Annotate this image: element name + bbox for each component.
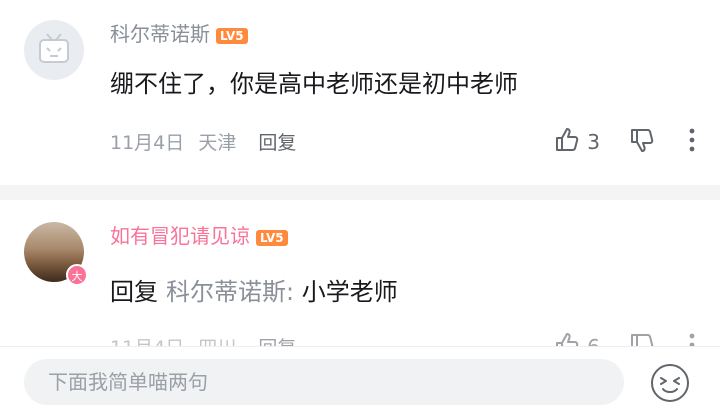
emoji-button[interactable]	[648, 361, 692, 405]
tv-avatar-icon	[39, 33, 69, 63]
comment-actions: 3	[553, 126, 696, 158]
reply-prefix: 回复	[110, 278, 158, 306]
comment-input[interactable]: 下面我简单喵两句	[24, 359, 624, 405]
comment-text: 回复 科尔蒂诺斯: 小学老师	[110, 276, 398, 308]
more-icon[interactable]	[688, 127, 696, 157]
thumb-up-icon[interactable]	[553, 126, 581, 158]
avatar[interactable]	[24, 20, 84, 80]
comment-date: 11月4日	[110, 337, 184, 346]
username-text[interactable]: 如有冒犯请见谅	[110, 224, 250, 248]
level-badge: LV5	[256, 229, 288, 246]
comment-meta: 11月4日 天津 回复	[110, 128, 296, 155]
separator	[0, 185, 720, 200]
more-icon[interactable]	[688, 332, 696, 346]
avatar[interactable]: 大	[24, 222, 88, 286]
comment-text: 绷不住了，你是高中老师还是初中老师	[110, 70, 518, 98]
comment-meta: 11月4日 四川 回复	[110, 333, 296, 346]
comment-body: 小学老师	[301, 278, 398, 306]
reply-button[interactable]: 回复	[258, 132, 296, 154]
comment-location: 四川	[198, 337, 236, 346]
level-badge: LV5	[216, 27, 248, 44]
comment-actions: 6	[553, 331, 696, 346]
comment-input-bar: 下面我简单喵两句	[0, 346, 720, 406]
emoji-icon	[651, 364, 689, 402]
reply-button[interactable]: 回复	[258, 337, 296, 346]
comment-item: 大 如有冒犯请见谅LV5 回复科尔蒂诺斯: 小学老师 11月4日 四川 回复 6	[0, 200, 720, 346]
thumb-down-icon[interactable]	[628, 126, 656, 158]
vip-badge: 大	[66, 264, 88, 286]
comment-date: 11月4日	[110, 132, 185, 154]
thumb-down-icon[interactable]	[628, 331, 656, 346]
comment-item: 科尔蒂诺斯 LV5 绷不住了，你是高中老师还是初中老师 11月4日 天津 回复 3	[0, 0, 720, 185]
username[interactable]: 科尔蒂诺斯 LV5	[110, 22, 248, 46]
like-count: 3	[587, 130, 600, 154]
username[interactable]: 如有冒犯请见谅 LV5	[110, 224, 288, 248]
username-text[interactable]: 科尔蒂诺斯	[110, 22, 210, 46]
like-count: 6	[587, 335, 600, 346]
comment-location: 天津	[198, 132, 237, 154]
reply-to-user[interactable]: 科尔蒂诺斯:	[166, 278, 294, 306]
thumb-up-icon[interactable]	[553, 331, 581, 346]
